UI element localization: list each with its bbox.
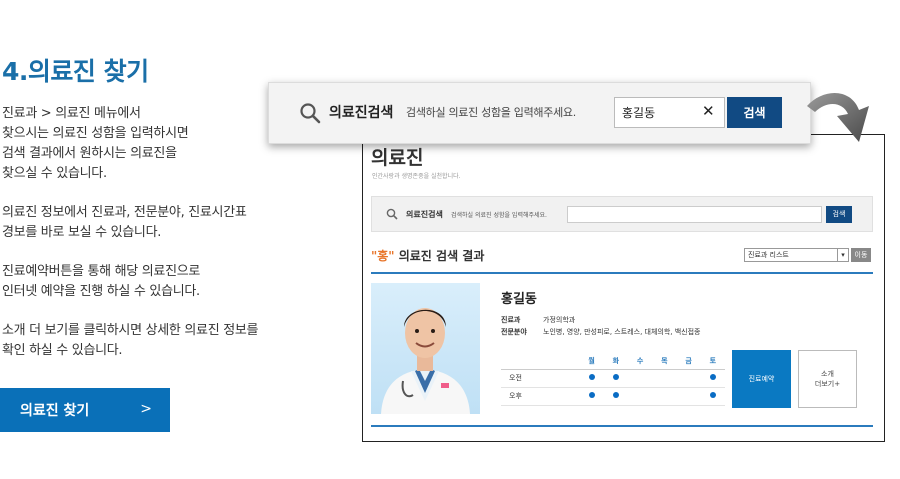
search-icon: [386, 208, 398, 220]
result-query: "홍": [371, 249, 395, 263]
description-paragraph-4: 소개 더 보기를 클릭하시면 상세한 의료진 정보를 확인 하실 수 있습니다.: [2, 323, 259, 358]
search-icon: [300, 103, 321, 124]
schedule-slot: [652, 387, 677, 406]
schedule-slot: [676, 387, 701, 406]
schedule-row: 오전: [501, 369, 725, 388]
divider: [371, 425, 873, 427]
schedule-slot: [627, 369, 653, 388]
available-dot-icon: [709, 374, 716, 380]
day-header: 수: [627, 353, 653, 370]
doctor-search-screenshot: 의료진 인간사랑과 생명존중을 실천합니다. 의료진검색 검색하실 의료진 성함…: [362, 134, 885, 442]
schedule-slot: [603, 369, 628, 388]
schedule-row-label: 오후: [501, 387, 580, 406]
chevron-down-icon: ▾: [837, 249, 848, 261]
doctor-portrait-icon: [381, 308, 470, 414]
search-hint: 검색하실 의료진 성함을 입력해주세요.: [406, 106, 576, 119]
doctor-info: 진료과 가정의학과 전문분야 노인병, 영양, 만성피로, 스트레스, 대체의학, …: [501, 316, 701, 336]
schedule-slot: [700, 387, 725, 406]
search-hint: 검색하실 의료진 성함을 입력해주세요.: [451, 212, 547, 219]
day-header: 화: [603, 353, 628, 370]
clear-icon[interactable]: ✕: [702, 102, 715, 120]
schedule-row: 오후: [501, 387, 725, 406]
day-header: 목: [652, 353, 677, 370]
schedule-slot: [579, 369, 604, 388]
curved-arrow-icon: [807, 92, 869, 142]
search-button[interactable]: 검색: [826, 206, 852, 223]
available-dot-icon: [709, 392, 716, 398]
available-dot-icon: [588, 374, 595, 380]
schedule-row-label: 오전: [501, 369, 580, 388]
available-dot-icon: [588, 392, 595, 398]
schedule-slot: [652, 369, 677, 388]
search-label: 의료진검색: [329, 105, 394, 121]
day-header: 월: [579, 353, 604, 370]
schedule-table: 월 화 수 목 금 토 오전 오후: [501, 353, 725, 406]
reserve-button[interactable]: 진료예약: [732, 350, 791, 408]
department-select[interactable]: 진료과 리스트 ▾: [744, 248, 849, 262]
schedule-slot: [700, 369, 725, 388]
description: 진료과 > 의료진 메뉴에서 찾으시는 의료진 성함을 입력하시면 검색 결과에…: [2, 104, 302, 380]
chevron-right-icon: >: [140, 401, 152, 417]
zoomed-search-bar: 의료진검색 검색하실 의료진 성함을 입력해주세요. ✕ 검색: [268, 82, 811, 144]
description-paragraph-1: 진료과 > 의료진 메뉴에서 찾으시는 의료진 성함을 입력하시면 검색 결과에…: [2, 106, 189, 181]
divider: [371, 272, 873, 274]
search-input[interactable]: [567, 206, 822, 223]
schedule-slot: [579, 387, 604, 406]
schedule-slot: [676, 369, 701, 388]
day-header: 토: [700, 353, 725, 370]
search-label: 의료진검색: [406, 210, 443, 219]
search-panel: 의료진검색 검색하실 의료진 성함을 입력해주세요. 검색: [371, 196, 873, 232]
more-info-button[interactable]: 소개 더보기+: [798, 350, 857, 408]
page-subtitle: 인간사랑과 생명존중을 실천합니다.: [372, 173, 461, 180]
day-header: 금: [676, 353, 701, 370]
search-button[interactable]: 검색: [727, 97, 782, 128]
schedule-slot: [627, 387, 653, 406]
section-heading: 4.의료진 찾기: [2, 57, 149, 86]
doctor-name: 홍길동: [501, 292, 537, 307]
available-dot-icon: [612, 392, 619, 398]
page-title: 의료진: [371, 147, 424, 169]
doctor-photo: [371, 283, 480, 414]
available-dot-icon: [612, 374, 619, 380]
result-title: "홍" 의료진 검색 결과: [371, 249, 485, 263]
description-paragraph-2: 의료진 정보에서 진료과, 전문분야, 진료시간표 경보를 바로 보실 수 있습…: [2, 205, 247, 240]
move-button[interactable]: 이동: [851, 248, 871, 262]
find-doctor-button[interactable]: 의료진 찾기 >: [0, 388, 170, 432]
schedule-slot: [603, 387, 628, 406]
description-paragraph-3: 진료예약버튼을 통해 해당 의료진으로 인터넷 예약을 진행 하실 수 있습니다…: [2, 264, 201, 299]
